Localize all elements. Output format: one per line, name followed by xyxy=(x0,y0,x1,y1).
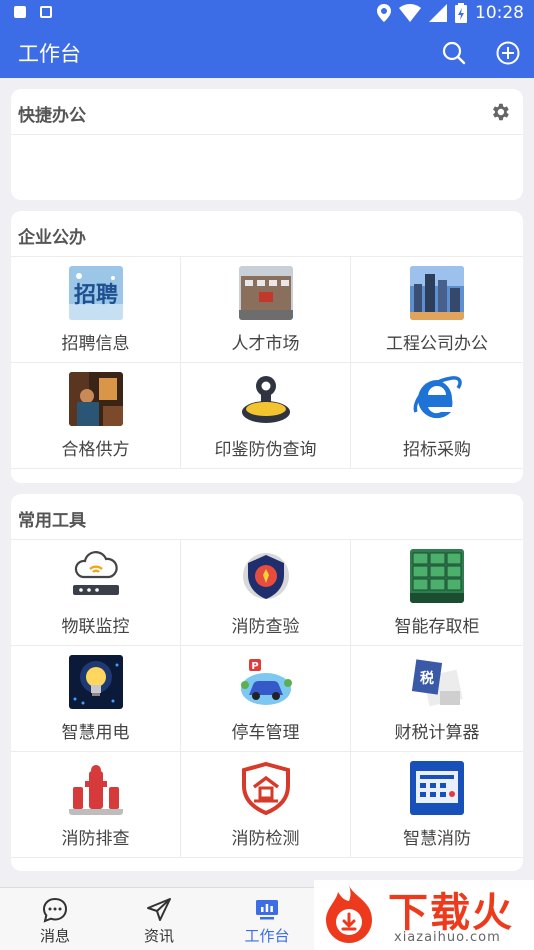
grid-item-bidding[interactable]: 招标采购 xyxy=(351,363,523,469)
grid-item-label: 印鉴防伪查询 xyxy=(214,440,317,460)
quick-office-title: 快捷办公 xyxy=(18,106,86,126)
location-icon xyxy=(377,4,391,22)
battery-icon xyxy=(455,3,467,23)
grid-item-label: 合格供方 xyxy=(61,440,130,460)
engineering-office-icon xyxy=(410,266,464,320)
grid-item-engineering-office[interactable]: 工程公司办公 xyxy=(351,257,523,363)
talent-market-icon xyxy=(238,266,293,320)
tools-title: 常用工具 xyxy=(18,511,86,531)
tax-calculator-icon: 税 xyxy=(410,655,464,709)
tab-messages[interactable]: 消息 xyxy=(0,888,110,950)
grid-item-label: 招聘信息 xyxy=(61,334,130,354)
status-time: 10:28 xyxy=(475,3,524,23)
grid-item-label: 财税计算器 xyxy=(394,723,480,743)
grid-item-smart-locker[interactable]: 智能存取柜 xyxy=(351,540,523,646)
iot-cloud-router-icon xyxy=(68,549,123,603)
grid-item-label: 智慧消防 xyxy=(403,829,471,849)
status-bar: 10:28 xyxy=(0,0,534,28)
tab-label: 工作台 xyxy=(244,927,290,945)
smart-locker-icon xyxy=(410,549,464,603)
fire-badge-icon xyxy=(238,549,293,603)
grid-item-seal-query[interactable]: 印鉴防伪查询 xyxy=(181,363,351,469)
svg-text:招聘: 招聘 xyxy=(73,283,117,308)
notification-icon xyxy=(14,6,26,18)
tab-label: 资讯 xyxy=(143,927,174,945)
grid-item-label: 物联监控 xyxy=(61,617,130,637)
watermark: 下载火 xiazaihuo.com xyxy=(314,880,534,950)
svg-text:P: P xyxy=(251,661,258,672)
search-icon[interactable] xyxy=(441,40,467,66)
grid-item-tax-calculator[interactable]: 税 财税计算器 xyxy=(351,646,523,752)
notification-a-icon xyxy=(40,6,52,18)
grid-item-talent-market[interactable]: 人才市场 xyxy=(181,257,351,363)
enterprise-card: 企业公办 招聘 招聘信息 人才市场 工程公司办公 合格供方 印鉴防伪查询 招标采… xyxy=(11,211,523,483)
parking-car-icon: P xyxy=(238,655,293,709)
grid-item-iot-monitor[interactable]: 物联监控 xyxy=(11,540,181,646)
grid-item-label: 智慧用电 xyxy=(61,723,130,743)
grid-item-fire-inspection[interactable]: 消防查验 xyxy=(181,540,351,646)
watermark-subtitle: xiazaihuo.com xyxy=(394,930,501,945)
flame-logo-icon xyxy=(326,886,372,943)
add-icon[interactable] xyxy=(495,40,521,66)
grid-item-fire-detection[interactable]: 消防检测 xyxy=(181,752,351,858)
grid-item-label: 人才市场 xyxy=(231,334,300,354)
grid-item-label: 停车管理 xyxy=(231,723,300,743)
grid-item-parking[interactable]: P 停车管理 xyxy=(181,646,351,752)
signal-icon xyxy=(429,4,447,22)
smart-fire-board-icon xyxy=(410,761,464,815)
light-bulb-icon xyxy=(68,655,123,709)
gear-icon[interactable] xyxy=(489,101,511,123)
grid-item-label: 消防检测 xyxy=(231,829,300,849)
grid-item-label: 消防查验 xyxy=(231,617,300,637)
internet-explorer-icon xyxy=(410,372,464,426)
enterprise-title: 企业公办 xyxy=(18,228,86,248)
grid-item-label: 工程公司办公 xyxy=(386,334,488,354)
recruitment-icon: 招聘 xyxy=(68,266,123,320)
tab-label: 消息 xyxy=(39,927,70,945)
grid-item-smart-fire[interactable]: 智慧消防 xyxy=(351,752,523,858)
grid-item-recruitment[interactable]: 招聘 招聘信息 xyxy=(11,257,181,363)
tab-news[interactable]: 资讯 xyxy=(104,888,214,950)
grid-item-label: 智能存取柜 xyxy=(394,617,480,637)
tab-workbench[interactable]: 工作台 xyxy=(212,888,322,950)
fire-inspection-shield-icon xyxy=(238,761,293,815)
tools-card: 常用工具 物联监控 消防查验 智能存取柜 智慧用电 P 停车管理 税 财税计算器… xyxy=(11,494,523,871)
grid-item-label: 招标采购 xyxy=(403,440,471,460)
grid-item-label: 消防排查 xyxy=(61,829,130,849)
message-bubble-icon xyxy=(42,897,68,923)
fire-hydrant-icon xyxy=(68,761,123,815)
app-bar: 工作台 xyxy=(0,28,534,78)
wifi-icon xyxy=(399,4,421,22)
grid-item-fire-check[interactable]: 消防排查 xyxy=(11,752,181,858)
grid-item-qualified-supplier[interactable]: 合格供方 xyxy=(11,363,181,469)
seal-stamp-icon xyxy=(238,372,293,426)
grid-item-smart-electricity[interactable]: 智慧用电 xyxy=(11,646,181,752)
quick-office-card: 快捷办公 xyxy=(11,89,523,200)
svg-text:税: 税 xyxy=(420,670,434,687)
qualified-supplier-icon xyxy=(68,372,123,426)
dashboard-icon xyxy=(256,900,278,920)
paper-plane-icon xyxy=(147,898,171,921)
page-title: 工作台 xyxy=(18,42,81,66)
